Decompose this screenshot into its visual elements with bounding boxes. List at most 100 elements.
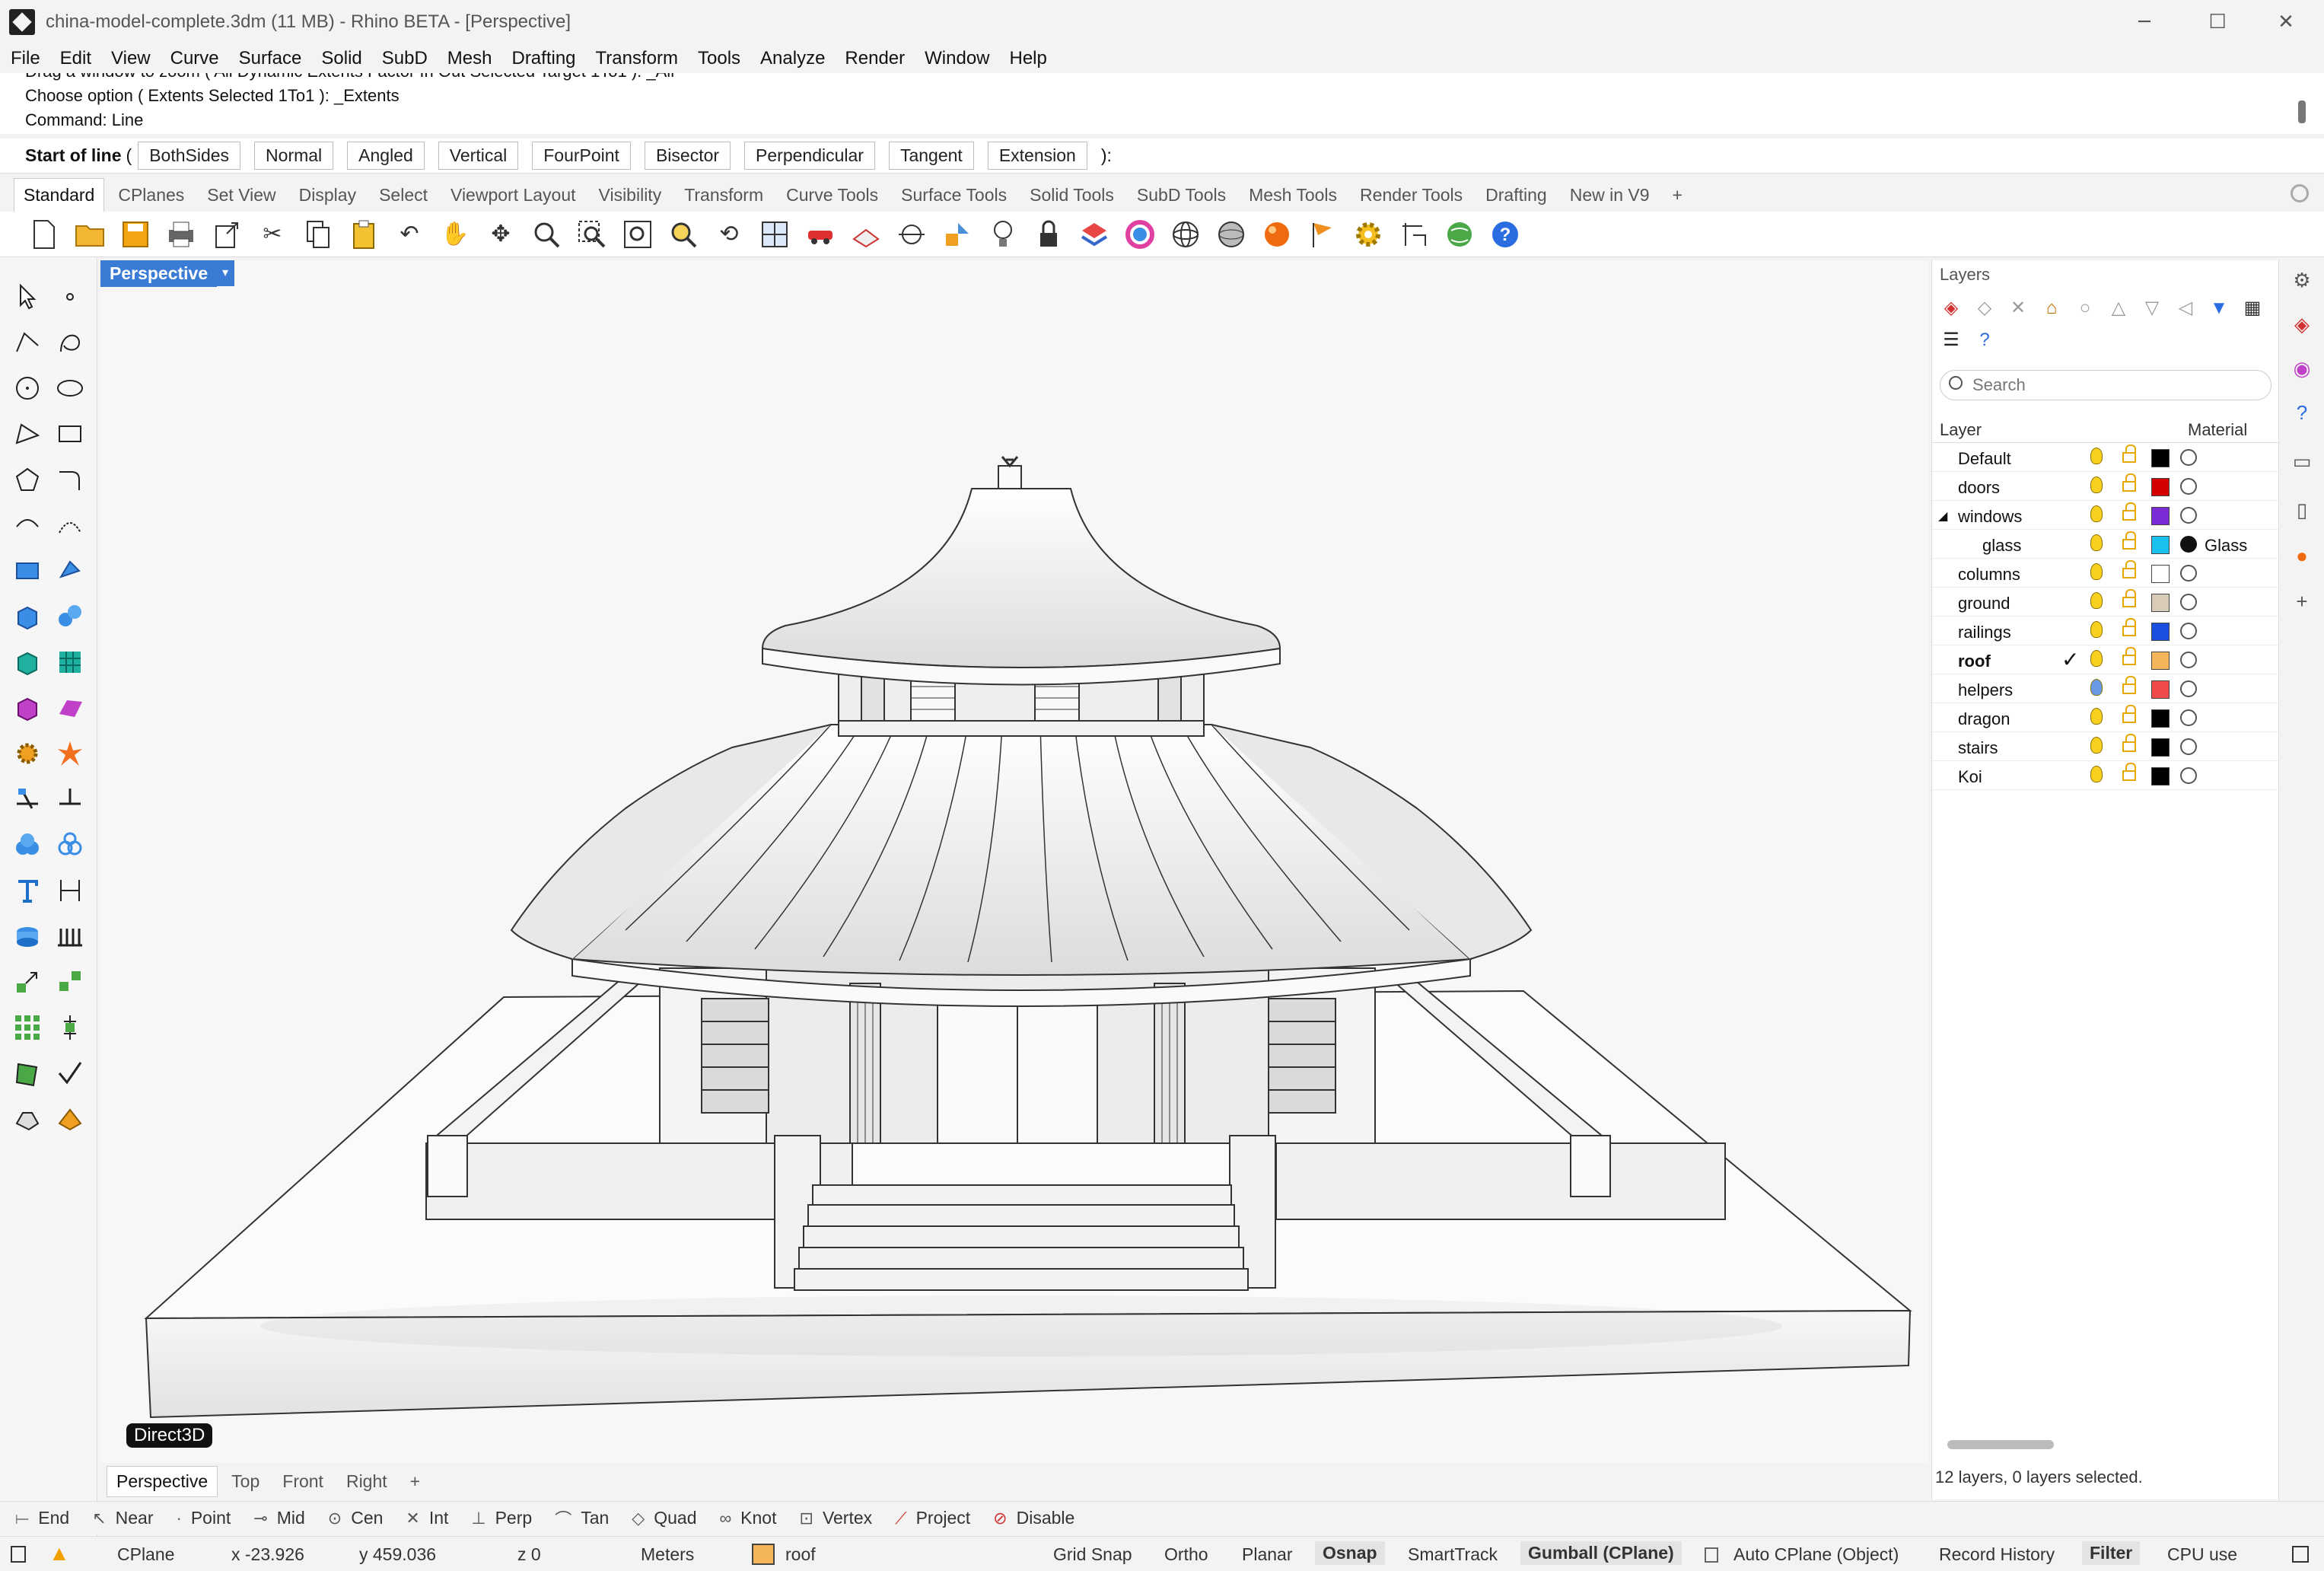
history-scrollbar[interactable] (2298, 100, 2306, 123)
rectangle-icon[interactable] (53, 417, 87, 451)
rotate-view-icon[interactable]: ✥ (484, 218, 517, 251)
named-views-icon[interactable] (804, 218, 837, 251)
tab-render-tools[interactable]: Render Tools (1360, 185, 1463, 212)
layer-row[interactable]: roof ✓ (1932, 645, 2279, 674)
new-sublayer-icon[interactable]: ◇ (1973, 297, 1996, 320)
option-tangent[interactable]: Tangent (888, 142, 974, 170)
dock-document-icon[interactable]: ▯ (2288, 496, 2316, 524)
maximize-button[interactable]: ☐ (2195, 6, 2240, 38)
units-label[interactable]: Meters (641, 1544, 694, 1565)
wireframe-sphere-icon[interactable] (1169, 218, 1202, 251)
layer-color-swatch[interactable] (2151, 565, 2170, 583)
expand-toggle-icon[interactable]: ◢ (1938, 508, 1947, 524)
layer-color-swatch[interactable] (2151, 709, 2170, 728)
toggle-auto-cplane[interactable]: Auto CPlane (Object) (1733, 1544, 1899, 1565)
grid-array-icon[interactable] (11, 1011, 44, 1044)
menu-view[interactable]: View (111, 48, 151, 69)
main-roof[interactable] (510, 724, 1533, 1007)
add-viewport-button[interactable]: + (410, 1471, 420, 1492)
layer-visibility-bulb-icon[interactable] (2090, 621, 2103, 638)
toggle-planar[interactable]: Planar (1242, 1544, 1292, 1565)
layer-color-swatch[interactable] (2151, 767, 2170, 786)
extrude-surface-icon[interactable] (53, 554, 87, 588)
copy-icon[interactable] (301, 218, 335, 251)
globe-icon[interactable] (1443, 218, 1476, 251)
option-vertical[interactable]: Vertical (438, 142, 519, 170)
point-icon[interactable] (53, 280, 87, 314)
mesh-plane-icon[interactable] (53, 645, 87, 679)
menu-analyze[interactable]: Analyze (760, 48, 825, 69)
menu-file[interactable]: File (11, 48, 40, 69)
layer-row[interactable]: doors (1932, 472, 2279, 501)
circle-icon[interactable] (11, 371, 44, 405)
layer-name[interactable]: glass (1982, 536, 2021, 556)
zoom-window-icon[interactable] (575, 218, 609, 251)
layer-color-swatch[interactable] (2151, 478, 2170, 496)
warning-icon[interactable]: ▲ (49, 1541, 70, 1566)
layer-filter-icon[interactable]: ▼ (2208, 297, 2230, 320)
subd-plane-icon[interactable] (53, 691, 87, 725)
layer-row[interactable]: ground (1932, 588, 2279, 617)
layer-lock-icon[interactable] (2122, 560, 2136, 578)
osnap-int[interactable]: ✕ Int (406, 1508, 448, 1528)
tab-viewport-layout[interactable]: Viewport Layout (450, 185, 576, 212)
tab-perspective[interactable]: Perspective (107, 1465, 218, 1497)
help-icon[interactable]: ? (1488, 218, 1522, 251)
flow-along-icon[interactable] (11, 1102, 44, 1136)
ellipse-icon[interactable] (53, 371, 87, 405)
layer-color-swatch[interactable] (2151, 507, 2170, 525)
layer-material-icon[interactable] (2180, 449, 2197, 466)
array-icon[interactable] (53, 919, 87, 953)
osnap-icon[interactable] (895, 218, 928, 251)
boolean-union-icon[interactable] (11, 828, 44, 862)
layer-color-swatch[interactable] (2151, 738, 2170, 757)
layer-row[interactable]: Koi (1932, 761, 2279, 790)
layer-row[interactable]: Default (1932, 443, 2279, 472)
option-normal[interactable]: Normal (254, 142, 334, 170)
cage-edit-icon[interactable] (53, 1102, 87, 1136)
layer-material-icon[interactable] (2180, 652, 2197, 668)
layer-visibility-bulb-icon[interactable] (2090, 737, 2103, 754)
undo-view-icon[interactable]: ⟲ (712, 218, 746, 251)
analyze-icon[interactable] (11, 1056, 44, 1090)
sphere-solid-icon[interactable] (53, 600, 87, 633)
layers-icon[interactable] (1078, 218, 1111, 251)
close-button[interactable]: ✕ (2263, 6, 2309, 38)
layer-row[interactable]: railings (1932, 617, 2279, 645)
polygon-icon[interactable] (11, 463, 44, 496)
toggle-grid-snap[interactable]: Grid Snap (1053, 1544, 1132, 1565)
layer-visibility-bulb-icon[interactable] (2090, 650, 2103, 667)
toggle-record-history[interactable]: Record History (1939, 1544, 2055, 1565)
lock-icon[interactable] (1032, 218, 1065, 251)
offset-curve-icon[interactable] (11, 508, 44, 542)
layer-name[interactable]: dragon (1958, 709, 2010, 729)
tab-standard[interactable]: Standard (14, 178, 105, 212)
dock-add-icon[interactable]: + (2288, 588, 2316, 615)
osnap-perp[interactable]: ⊥ Perp (471, 1508, 532, 1528)
box-solid-icon[interactable] (11, 600, 44, 633)
toggle-gumball[interactable]: Gumball (CPlane) (1520, 1541, 1682, 1565)
flag-icon[interactable] (1306, 218, 1339, 251)
minimize-button[interactable]: ─ (2122, 6, 2167, 38)
menu-mesh[interactable]: Mesh (447, 48, 492, 69)
layer-material-icon[interactable] (2180, 767, 2197, 784)
copy-object-icon[interactable] (53, 965, 87, 999)
dock-gear-icon[interactable]: ⚙ (2288, 266, 2316, 294)
perspective-viewport[interactable] (100, 260, 1928, 1463)
layer-row[interactable]: stairs (1932, 732, 2279, 761)
print-icon[interactable] (164, 218, 198, 251)
curve-icon[interactable] (53, 326, 87, 359)
layers-help-icon[interactable]: ? (1973, 329, 1996, 352)
zoom-icon[interactable] (530, 218, 563, 251)
layer-lock-icon[interactable] (2122, 618, 2136, 636)
layer-material-icon[interactable] (2180, 680, 2197, 697)
tab-curve-tools[interactable]: Curve Tools (786, 185, 878, 212)
layer-visibility-bulb-icon[interactable] (2090, 476, 2103, 493)
osnap-tan[interactable]: ⌒ Tan (555, 1506, 609, 1531)
dimension-icon[interactable] (1397, 218, 1431, 251)
layer-row[interactable]: glass Glass (1932, 530, 2279, 559)
layers-horizontal-scrollbar[interactable] (1947, 1440, 2054, 1449)
move-layer-down-icon[interactable]: ▽ (2141, 297, 2163, 320)
osnap-point[interactable]: · Point (177, 1508, 231, 1528)
toggle-ortho[interactable]: Ortho (1164, 1544, 1208, 1565)
